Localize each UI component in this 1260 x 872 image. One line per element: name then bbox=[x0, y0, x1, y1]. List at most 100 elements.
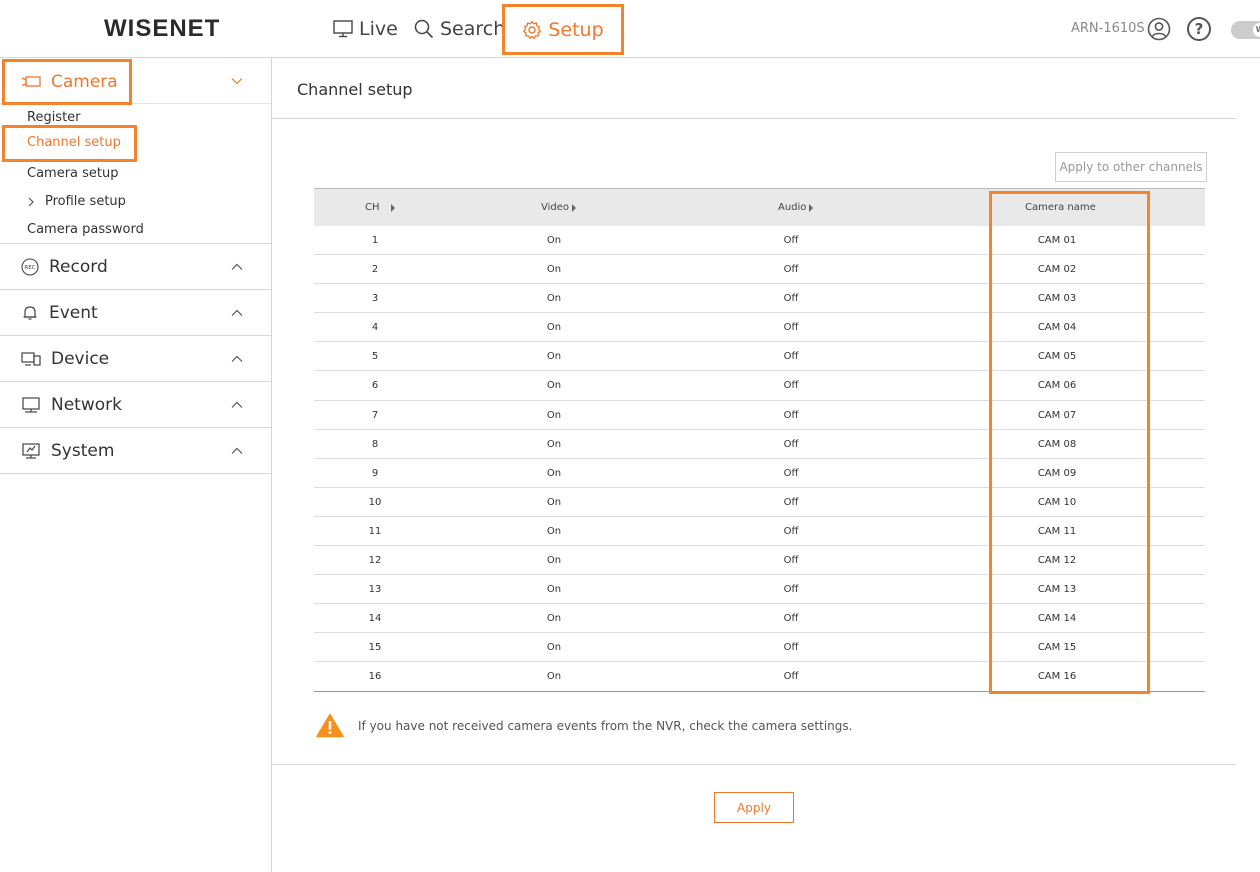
table-row[interactable]: 4 On Off CAM 04 bbox=[314, 313, 1205, 343]
cell-camera-name[interactable]: CAM 11 bbox=[1038, 526, 1076, 537]
nav-search-label: Search bbox=[440, 18, 506, 40]
apply-button[interactable]: Apply bbox=[714, 792, 794, 823]
nav-search[interactable]: Search bbox=[414, 16, 505, 42]
cell-video[interactable]: On bbox=[547, 642, 561, 653]
cell-audio[interactable]: Off bbox=[784, 584, 799, 595]
table-row[interactable]: 14 On Off CAM 14 bbox=[314, 604, 1205, 634]
cell-camera-name[interactable]: CAM 10 bbox=[1038, 497, 1076, 508]
table-row[interactable]: 3 On Off CAM 03 bbox=[314, 284, 1205, 314]
cell-camera-name[interactable]: CAM 13 bbox=[1038, 584, 1076, 595]
col-video[interactable]: Video bbox=[541, 202, 577, 213]
cell-ch: 12 bbox=[368, 555, 382, 567]
cell-camera-name[interactable]: CAM 16 bbox=[1038, 671, 1076, 682]
sidebar-item-network[interactable]: Network bbox=[0, 381, 271, 427]
table-row[interactable]: 13 On Off CAM 13 bbox=[314, 575, 1205, 605]
chevron-down-icon[interactable] bbox=[231, 75, 243, 87]
table-row[interactable]: 8 On Off CAM 08 bbox=[314, 430, 1205, 459]
help-icon[interactable]: ? bbox=[1187, 17, 1211, 41]
cell-camera-name[interactable]: CAM 06 bbox=[1038, 380, 1076, 391]
user-icon[interactable] bbox=[1147, 17, 1171, 41]
cell-audio[interactable]: Off bbox=[784, 322, 799, 333]
gear-icon bbox=[523, 20, 542, 39]
col-ch[interactable]: CH bbox=[365, 202, 395, 213]
cell-audio[interactable]: Off bbox=[784, 642, 799, 653]
cell-video[interactable]: On bbox=[547, 555, 561, 566]
cell-audio[interactable]: Off bbox=[784, 235, 799, 246]
cell-video[interactable]: On bbox=[547, 439, 561, 450]
cell-audio[interactable]: Off bbox=[784, 380, 799, 391]
cell-video[interactable]: On bbox=[547, 410, 561, 421]
cell-ch: 8 bbox=[371, 438, 379, 450]
table-row[interactable]: 12 On Off CAM 12 bbox=[314, 546, 1205, 576]
col-audio[interactable]: Audio bbox=[778, 202, 814, 213]
cell-video[interactable]: On bbox=[547, 293, 561, 304]
cell-camera-name[interactable]: CAM 02 bbox=[1038, 264, 1076, 275]
search-icon bbox=[414, 19, 434, 39]
table-row[interactable]: 2 On Off CAM 02 bbox=[314, 255, 1205, 285]
cell-video[interactable]: On bbox=[547, 235, 561, 246]
sidebar: Camera Register Channel setup Camera set… bbox=[0, 58, 272, 872]
chevron-up-icon bbox=[231, 401, 243, 408]
toggle-switch[interactable]: W bbox=[1231, 21, 1260, 39]
cell-camera-name[interactable]: CAM 08 bbox=[1038, 439, 1076, 450]
cell-camera-name[interactable]: CAM 07 bbox=[1038, 410, 1076, 421]
table-row[interactable]: 7 On Off CAM 07 bbox=[314, 401, 1205, 430]
cell-video[interactable]: On bbox=[547, 584, 561, 595]
cell-camera-name[interactable]: CAM 01 bbox=[1038, 235, 1076, 246]
cell-audio[interactable]: Off bbox=[784, 468, 799, 479]
table-row[interactable]: 5 On Off CAM 05 bbox=[314, 342, 1205, 372]
table-row[interactable]: 15 On Off CAM 15 bbox=[314, 633, 1205, 663]
cell-video[interactable]: On bbox=[547, 526, 561, 537]
cell-audio[interactable]: Off bbox=[784, 293, 799, 304]
cell-camera-name[interactable]: CAM 04 bbox=[1038, 322, 1076, 333]
cell-audio[interactable]: Off bbox=[784, 613, 799, 624]
apply-to-other-channels-button[interactable]: Apply to other channels bbox=[1055, 152, 1207, 182]
table-row[interactable]: 1 On Off CAM 01 bbox=[314, 226, 1205, 256]
cell-video[interactable]: On bbox=[547, 351, 561, 362]
cell-video[interactable]: On bbox=[547, 613, 561, 624]
cell-audio[interactable]: Off bbox=[784, 351, 799, 362]
sidebar-item-device[interactable]: Device bbox=[0, 335, 271, 381]
cell-video[interactable]: On bbox=[547, 322, 561, 333]
sidebar-sub-register[interactable]: Register bbox=[27, 110, 81, 125]
table-row[interactable]: 9 On Off CAM 09 bbox=[314, 459, 1205, 488]
sidebar-sub-camera-setup[interactable]: Camera setup bbox=[27, 166, 119, 181]
table-row[interactable]: 10 On Off CAM 10 bbox=[314, 488, 1205, 517]
cell-camera-name[interactable]: CAM 15 bbox=[1038, 642, 1076, 653]
cell-camera-name[interactable]: CAM 03 bbox=[1038, 293, 1076, 304]
cell-audio[interactable]: Off bbox=[784, 555, 799, 566]
cell-ch: 1 bbox=[371, 235, 379, 246]
sidebar-camera-header[interactable]: Camera bbox=[0, 58, 271, 105]
cell-video[interactable]: On bbox=[547, 497, 561, 508]
cell-video[interactable]: On bbox=[547, 264, 561, 275]
cell-video[interactable]: On bbox=[547, 671, 561, 682]
cell-audio[interactable]: Off bbox=[784, 526, 799, 537]
table-row[interactable]: 16 On Off CAM 16 bbox=[314, 662, 1205, 692]
table-body: 1 On Off CAM 01 2 On Off CAM 02 3 On Off CAM 03 4 On O… bbox=[314, 226, 1205, 692]
cell-camera-name[interactable]: CAM 14 bbox=[1038, 613, 1076, 624]
table-row[interactable]: 6 On Off CAM 06 bbox=[314, 371, 1205, 401]
cell-audio[interactable]: Off bbox=[784, 497, 799, 508]
cell-video[interactable]: On bbox=[547, 380, 561, 391]
cell-camera-name[interactable]: CAM 05 bbox=[1038, 351, 1076, 362]
sidebar-item-record[interactable]: REC Record bbox=[0, 243, 271, 289]
nav-live[interactable]: Live bbox=[333, 16, 398, 42]
cell-video[interactable]: On bbox=[547, 468, 561, 479]
sidebar-sub-camera-password[interactable]: Camera password bbox=[27, 222, 144, 237]
device-icon bbox=[21, 351, 41, 366]
cell-camera-name[interactable]: CAM 12 bbox=[1038, 555, 1076, 566]
sidebar-item-event[interactable]: Event bbox=[0, 289, 271, 335]
sidebar-sub-profile-setup[interactable]: Profile setup bbox=[27, 194, 126, 209]
cell-audio[interactable]: Off bbox=[784, 410, 799, 421]
nav-setup[interactable]: Setup bbox=[502, 4, 624, 55]
table-row[interactable]: 11 On Off CAM 11 bbox=[314, 517, 1205, 547]
cell-audio[interactable]: Off bbox=[784, 671, 799, 682]
sidebar-item-camera[interactable]: Camera bbox=[2, 59, 132, 105]
sidebar-item-system[interactable]: System bbox=[0, 427, 271, 473]
cell-ch: 10 bbox=[368, 496, 382, 508]
cell-audio[interactable]: Off bbox=[784, 264, 799, 275]
cell-camera-name[interactable]: CAM 09 bbox=[1038, 468, 1076, 479]
warning-icon bbox=[316, 713, 344, 738]
sidebar-sub-channel-setup[interactable]: Channel setup bbox=[2, 125, 137, 162]
cell-audio[interactable]: Off bbox=[784, 439, 799, 450]
